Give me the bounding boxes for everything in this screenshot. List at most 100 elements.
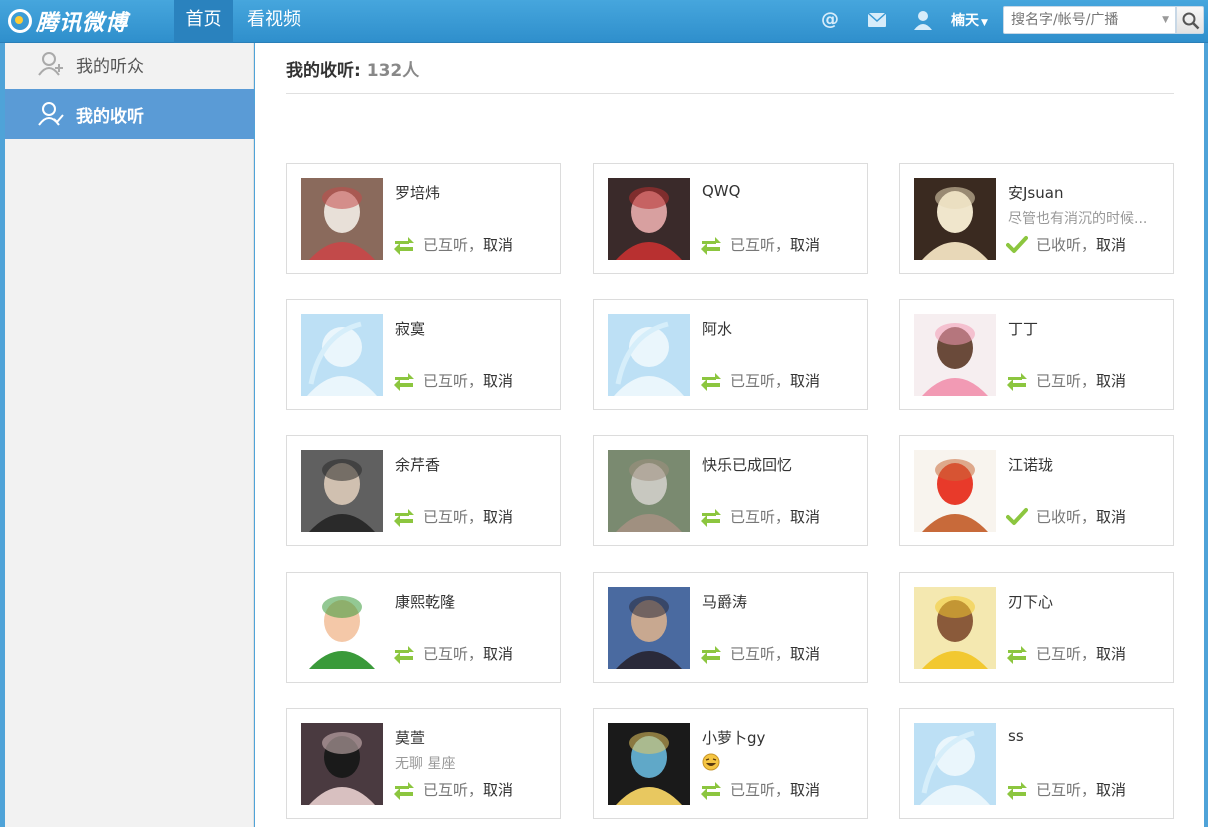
top-navigation-bar: 腾讯微博 首页 看视频 @ 楠天▼ ▼ — [0, 0, 1208, 43]
user-name-link[interactable]: 刃下心 — [1008, 591, 1053, 612]
avatar[interactable] — [608, 450, 690, 532]
user-name-link[interactable]: 寂寞 — [395, 318, 425, 339]
user-name-link[interactable]: 江诺珑 — [1008, 454, 1053, 475]
mail-icon[interactable] — [866, 9, 888, 31]
user-photo-image — [608, 178, 690, 260]
avatar[interactable] — [301, 450, 383, 532]
search-button[interactable] — [1176, 6, 1204, 34]
avatar[interactable] — [914, 450, 996, 532]
search-input[interactable] — [1004, 7, 1154, 33]
user-description: 尽管也有消沉的时候... — [1008, 211, 1148, 227]
user-photo-image — [914, 450, 996, 532]
tencent-weibo-logo[interactable]: 腾讯微博 — [8, 5, 128, 37]
laughing-emoji-icon — [702, 753, 720, 771]
avatar[interactable] — [914, 587, 996, 669]
user-card: 丁丁已互听， 取消 — [899, 299, 1174, 410]
user-name-link[interactable]: 莫萱 — [395, 727, 425, 748]
avatar[interactable] — [914, 723, 996, 805]
sidebar-item-following[interactable]: 我的收听 — [5, 89, 264, 139]
user-name-link[interactable]: 余芹香 — [395, 454, 440, 475]
nav-tab-home[interactable]: 首页 — [174, 0, 233, 43]
user-card: 余芹香已互听， 取消 — [286, 435, 561, 546]
default-avatar-icon — [301, 314, 383, 396]
avatar[interactable] — [914, 314, 996, 396]
follow-status: 已互听， 取消 — [700, 779, 820, 800]
weibo-logo-icon — [8, 9, 32, 33]
user-name-link[interactable]: 小萝卜gy — [702, 727, 765, 748]
profile-icon[interactable] — [912, 9, 934, 31]
unfollow-link[interactable]: 取消 — [790, 506, 820, 527]
unfollow-link[interactable]: 取消 — [483, 370, 513, 391]
user-card: 安Jsuan 尽管也有消沉的时候... 已收听， 取消 — [899, 163, 1174, 274]
user-name-link[interactable]: 快乐已成回忆 — [702, 454, 792, 475]
unfollow-link[interactable]: 取消 — [790, 643, 820, 664]
nav-tab-video[interactable]: 看视频 — [240, 0, 308, 43]
page-title: 我的收听: 132人 — [286, 56, 419, 81]
mutual-follow-icon — [1007, 781, 1027, 800]
follow-status: 已收听， 取消 — [1006, 506, 1126, 527]
follow-status-text: 已互听， — [730, 508, 791, 526]
avatar[interactable] — [301, 178, 383, 260]
avatar[interactable] — [301, 587, 383, 669]
user-card: 刃下心已互听， 取消 — [899, 572, 1174, 683]
user-card: 江诺珑已收听， 取消 — [899, 435, 1174, 546]
follow-status: 已互听， 取消 — [700, 506, 820, 527]
mutual-follow-icon — [394, 372, 414, 391]
mutual-follow-icon — [701, 508, 721, 527]
avatar[interactable] — [608, 587, 690, 669]
follow-status-text: 已互听， — [423, 236, 484, 254]
unfollow-link[interactable]: 取消 — [790, 779, 820, 800]
following-count: 132人 — [366, 61, 420, 81]
user-name-link[interactable]: QWQ — [702, 182, 740, 200]
unfollow-link[interactable]: 取消 — [483, 779, 513, 800]
avatar[interactable] — [608, 178, 690, 260]
user-name-link[interactable]: 马爵涛 — [702, 591, 747, 612]
follow-status-text: 已互听， — [1036, 372, 1097, 390]
user-name-link[interactable]: 罗培炜 — [395, 182, 440, 203]
unfollow-link[interactable]: 取消 — [790, 234, 820, 255]
user-photo-image — [914, 587, 996, 669]
follow-status: 已互听， 取消 — [1006, 643, 1126, 664]
unfollow-link[interactable]: 取消 — [1096, 234, 1126, 255]
unfollow-link[interactable]: 取消 — [1096, 370, 1126, 391]
follow-status-text: 已收听， — [1036, 508, 1097, 526]
user-name-link[interactable]: 康熙乾隆 — [395, 591, 455, 612]
follow-status: 已互听， 取消 — [1006, 370, 1126, 391]
sidebar-item-listeners[interactable]: 我的听众 — [5, 39, 254, 89]
following-check-icon — [1006, 235, 1028, 253]
follow-status-text: 已互听， — [730, 236, 791, 254]
mentions-icon[interactable]: @ — [819, 9, 841, 31]
avatar[interactable] — [301, 723, 383, 805]
avatar[interactable] — [608, 723, 690, 805]
avatar[interactable] — [914, 178, 996, 260]
unfollow-link[interactable]: 取消 — [790, 370, 820, 391]
unfollow-link[interactable]: 取消 — [1096, 643, 1126, 664]
avatar[interactable] — [608, 314, 690, 396]
mutual-follow-icon — [394, 508, 414, 527]
user-card: 罗培炜已互听， 取消 — [286, 163, 561, 274]
unfollow-link[interactable]: 取消 — [483, 506, 513, 527]
user-name-link[interactable]: 丁丁 — [1008, 318, 1038, 339]
user-name-link[interactable]: 阿水 — [702, 318, 732, 339]
unfollow-link[interactable]: 取消 — [483, 234, 513, 255]
user-photo-image — [608, 450, 690, 532]
following-check-icon — [1006, 507, 1028, 525]
user-card: ss 已互听， 取消 — [899, 708, 1174, 819]
user-name-link[interactable]: 安Jsuan — [1008, 182, 1063, 203]
username-dropdown[interactable]: 楠天 ▼ — [951, 10, 988, 30]
user-card: 马爵涛 已互听， 取消 — [593, 572, 868, 683]
unfollow-link[interactable]: 取消 — [1096, 779, 1126, 800]
search-field[interactable]: ▼ — [1003, 6, 1176, 34]
user-card: 莫萱 无聊 星座 已互听， 取消 — [286, 708, 561, 819]
logo-text: 腾讯微博 — [36, 10, 129, 36]
avatar[interactable] — [301, 314, 383, 396]
user-photo-image — [608, 587, 690, 669]
unfollow-link[interactable]: 取消 — [1096, 506, 1126, 527]
follow-status: 已互听， 取消 — [393, 506, 513, 527]
user-photo-image — [301, 587, 383, 669]
search-type-caret-icon[interactable]: ▼ — [1162, 15, 1169, 25]
unfollow-link[interactable]: 取消 — [483, 643, 513, 664]
follow-status-text: 已互听， — [423, 781, 484, 799]
user-name-link[interactable]: ss — [1008, 727, 1024, 745]
header-divider — [286, 93, 1174, 94]
